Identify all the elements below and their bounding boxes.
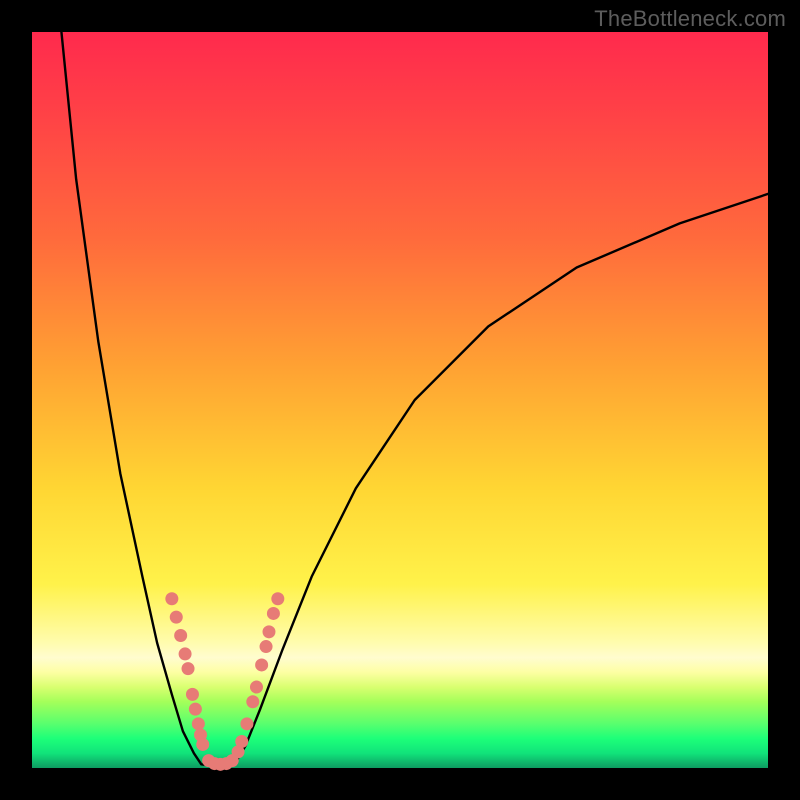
- highlight-dot: [271, 592, 284, 605]
- highlight-dot: [246, 695, 259, 708]
- highlight-dot: [196, 738, 209, 751]
- highlight-dot: [250, 681, 263, 694]
- highlight-dot: [260, 640, 273, 653]
- highlight-dot: [179, 647, 192, 660]
- highlight-dot: [226, 754, 239, 767]
- highlight-dot: [220, 757, 233, 770]
- highlight-dot: [202, 754, 215, 767]
- highlight-dot: [214, 758, 227, 771]
- highlight-dot: [192, 717, 205, 730]
- highlight-dot: [267, 607, 280, 620]
- plot-area: [32, 32, 768, 768]
- highlight-dot: [189, 703, 202, 716]
- highlight-dot: [174, 629, 187, 642]
- highlight-dot: [186, 688, 199, 701]
- highlight-dot: [240, 717, 253, 730]
- bottleneck-curve: [61, 32, 768, 766]
- highlight-dot: [262, 625, 275, 638]
- curve-layer: [32, 32, 768, 768]
- highlight-dot: [165, 592, 178, 605]
- highlight-dot: [232, 745, 245, 758]
- highlight-dot: [235, 735, 248, 748]
- highlight-dot: [208, 757, 221, 770]
- watermark-text: TheBottleneck.com: [594, 6, 786, 32]
- highlight-dot: [194, 728, 207, 741]
- chart-frame: TheBottleneck.com: [0, 0, 800, 800]
- highlight-dot: [182, 662, 195, 675]
- highlight-dot: [170, 611, 183, 624]
- highlight-dot: [255, 658, 268, 671]
